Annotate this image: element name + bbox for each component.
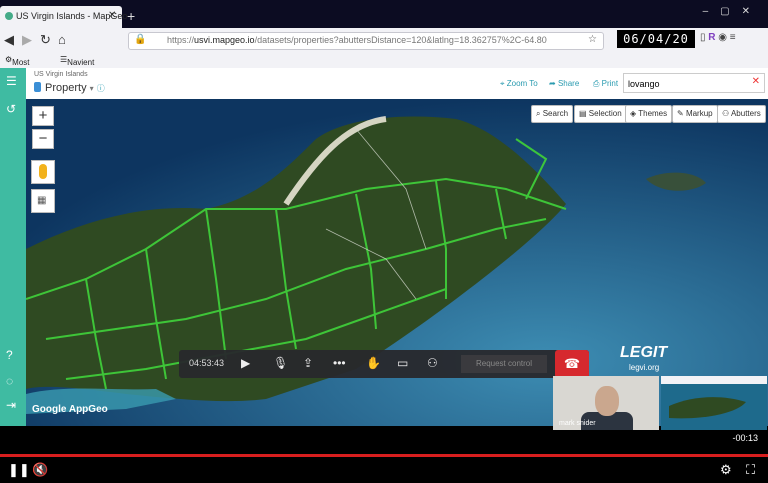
map-attribution: Google AppGeo bbox=[32, 404, 108, 415]
time-remaining: -00:13 bbox=[732, 433, 758, 443]
chat-icon[interactable]: ◌ bbox=[6, 374, 13, 388]
zoom-in-button[interactable]: + bbox=[32, 106, 54, 126]
tab-close-icon[interactable]: ✕ bbox=[108, 10, 116, 21]
history-icon[interactable]: ↺ bbox=[6, 102, 16, 116]
bookmark-star-icon[interactable]: ☆ bbox=[588, 34, 597, 45]
clear-search-icon[interactable]: ✕ bbox=[752, 76, 760, 87]
home-icon[interactable]: ⌂ bbox=[58, 32, 66, 47]
dataset-selector[interactable]: Property ▾ ⓘ bbox=[34, 82, 105, 94]
zoom-out-button[interactable]: − bbox=[32, 129, 54, 149]
call-toolbar: 04:53:43 ▶ 🎙 ⇪ ••• ✋ ▭ ⚇ Request control… bbox=[179, 350, 589, 378]
participant-video: mark snider bbox=[553, 376, 659, 430]
lock-icon: 🔒 bbox=[134, 34, 147, 45]
url-bar[interactable]: 🔒 https://usvi.mapgeo.io/datasets/proper… bbox=[128, 32, 604, 50]
map-tool-themes[interactable]: ◈ Themes bbox=[625, 105, 673, 123]
map-tool-markup[interactable]: ✎ Markup bbox=[672, 105, 718, 123]
mute-icon[interactable]: 🔇 bbox=[32, 462, 48, 478]
region-label: US Virgin Islands bbox=[34, 71, 88, 78]
window-controls[interactable]: –▢✕ bbox=[703, 6, 762, 17]
info-icon[interactable]: ⓘ bbox=[97, 84, 105, 93]
screen-share-thumbnail bbox=[661, 376, 767, 430]
raise-hand-icon[interactable]: ✋ bbox=[366, 356, 381, 370]
bookmarks-bar: ⚙ Most Visited ☰ Navient bbox=[0, 52, 768, 76]
pegman-icon bbox=[39, 164, 47, 179]
more-options-icon[interactable]: ••• bbox=[333, 356, 346, 370]
new-tab-button[interactable]: + bbox=[127, 8, 135, 24]
hang-up-button[interactable]: ☎ bbox=[555, 350, 589, 378]
map-tool-search[interactable]: ⌕ Search bbox=[531, 105, 574, 123]
app-side-rail: ☰ ↺ ? ◌ ⇥ bbox=[0, 68, 26, 426]
participants-icon[interactable]: ⚇ bbox=[427, 356, 438, 370]
forward-icon[interactable]: ▶ bbox=[22, 32, 32, 48]
bookmark-most-visited[interactable]: ⚙ Most Visited bbox=[5, 55, 36, 76]
request-control-button[interactable]: Request control bbox=[461, 355, 547, 373]
date-stamp: 06/04/20 bbox=[617, 30, 695, 48]
reload-icon[interactable]: ↻ bbox=[40, 32, 51, 48]
bookmark-navient[interactable]: ☰ Navient bbox=[60, 55, 94, 67]
microphone-icon[interactable]: 🎙 bbox=[273, 356, 288, 370]
legit-site: legvi.org bbox=[629, 363, 660, 372]
menu-icon[interactable]: ☰ bbox=[6, 74, 17, 88]
login-icon[interactable]: ⇥ bbox=[6, 398, 16, 412]
browser-extension-icons[interactable]: ▯ R ◉ ≡ bbox=[700, 32, 736, 43]
print-link[interactable]: ⎙ Print bbox=[593, 79, 618, 89]
url-text: https://usvi.mapgeo.io/datasets/properti… bbox=[167, 35, 547, 45]
phone-icon: ☎ bbox=[563, 356, 581, 371]
call-timer: 04:53:43 bbox=[189, 358, 225, 368]
app-header: US Virgin Islands Property ▾ ⓘ ⌖ Zoom To… bbox=[26, 68, 768, 100]
map-tool-abutters[interactable]: ⚇ Abutters bbox=[717, 105, 766, 123]
video-player-bar: -00:13 ❚❚ 🔇 ⚙ ⛶ bbox=[0, 430, 768, 483]
chat-icon[interactable]: ▭ bbox=[397, 356, 408, 370]
search-input[interactable] bbox=[624, 76, 744, 92]
fullscreen-icon[interactable]: ⛶ bbox=[746, 462, 755, 478]
zoom-to-link[interactable]: ⌖ Zoom To bbox=[500, 79, 538, 89]
browser-tab-strip: US Virgin Islands - MapGeo ✕ + –▢✕ bbox=[0, 0, 768, 28]
street-view-button[interactable] bbox=[31, 160, 55, 184]
participant-name: mark snider bbox=[559, 420, 596, 427]
basemap-button[interactable]: ▦ bbox=[31, 189, 55, 213]
map-tool-selection[interactable]: ▤ Selection bbox=[574, 105, 627, 123]
share-link[interactable]: ➦ Share bbox=[549, 79, 579, 88]
camera-icon[interactable]: ▶ bbox=[241, 356, 250, 370]
property-icon bbox=[34, 82, 41, 92]
legit-logo: LEGIT bbox=[620, 344, 668, 361]
pause-icon[interactable]: ❚❚ bbox=[8, 462, 30, 478]
progress-track[interactable] bbox=[0, 454, 768, 457]
settings-icon[interactable]: ⚙ bbox=[720, 462, 732, 478]
back-icon[interactable]: ◀ bbox=[4, 32, 14, 48]
map-icon: ▦ bbox=[37, 195, 47, 206]
search-box: ✕ bbox=[623, 73, 765, 93]
participant-face bbox=[595, 386, 619, 416]
browser-tab[interactable]: US Virgin Islands - MapGeo ✕ bbox=[0, 6, 127, 28]
help-icon[interactable]: ? bbox=[6, 348, 13, 362]
favicon-icon bbox=[5, 12, 13, 20]
share-screen-icon[interactable]: ⇪ bbox=[303, 356, 313, 370]
